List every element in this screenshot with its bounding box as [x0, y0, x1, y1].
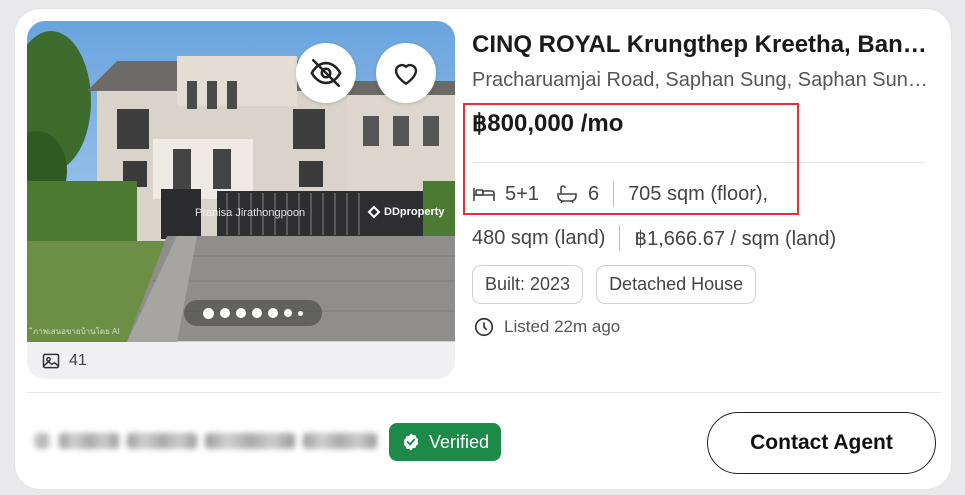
listing-card[interactable]: Pranisa Jirathongpoon DDproperty ิภาพเสน… [14, 8, 952, 490]
watermark-brand-text: DDproperty [384, 206, 445, 218]
brand-logo-icon [367, 205, 381, 219]
favorite-button[interactable] [376, 43, 436, 103]
clock-icon [474, 317, 494, 337]
verified-badge: Verified [389, 423, 502, 461]
footer-divider [27, 392, 941, 393]
spec-separator [619, 225, 621, 251]
verified-label: Verified [429, 431, 490, 452]
listing-title[interactable]: CINQ ROYAL Krungthep Kreetha, Bangkok [472, 31, 930, 59]
eye-off-icon [310, 58, 342, 88]
listing-specs-secondary: 480 sqm (land) ฿1,666.67 / sqm (land) [472, 225, 836, 251]
photo-count-value: 41 [69, 352, 87, 369]
land-area-value: 480 sqm (land) [472, 226, 606, 249]
photo-pagination-dots[interactable] [184, 300, 322, 326]
listing-address: Pracharuamjai Road, Saphan Sung, Saphan … [472, 69, 930, 91]
listing-tags: Built: 2023 Detached House [472, 265, 757, 304]
photo-gallery[interactable]: Pranisa Jirathongpoon DDproperty ิภาพเสน… [27, 21, 455, 379]
heart-icon [394, 63, 418, 86]
highlight-annotation-box [463, 103, 799, 215]
price-per-land-value: ฿1,666.67 / sqm (land) [634, 227, 837, 250]
pagination-dot[interactable] [203, 307, 214, 319]
pagination-dot[interactable] [298, 310, 303, 316]
photo-count: 41 [41, 351, 87, 371]
pagination-dot[interactable] [252, 308, 262, 318]
hide-listing-button[interactable] [296, 43, 356, 103]
contact-agent-button[interactable]: Contact Agent [707, 412, 936, 474]
pagination-dot[interactable] [236, 308, 246, 318]
watermark-brand-logo: DDproperty [367, 205, 445, 219]
listed-time-text: Listed 22m ago [504, 317, 621, 336]
watermark-agent-name: Pranisa Jirathongpoon [195, 207, 306, 219]
agent-name-redacted[interactable] [35, 429, 377, 453]
watermark-corner-text: ิภาพเสนอขายบ้านโดย AI [33, 327, 120, 336]
image-icon [42, 353, 60, 369]
listed-time: Listed 22m ago [473, 316, 620, 338]
pagination-dot[interactable] [284, 309, 292, 317]
tag-built-year: Built: 2023 [472, 265, 584, 304]
pagination-dot[interactable] [268, 308, 278, 318]
pagination-dot[interactable] [220, 308, 230, 318]
shield-check-icon [403, 433, 419, 451]
tag-property-type: Detached House [596, 265, 757, 304]
